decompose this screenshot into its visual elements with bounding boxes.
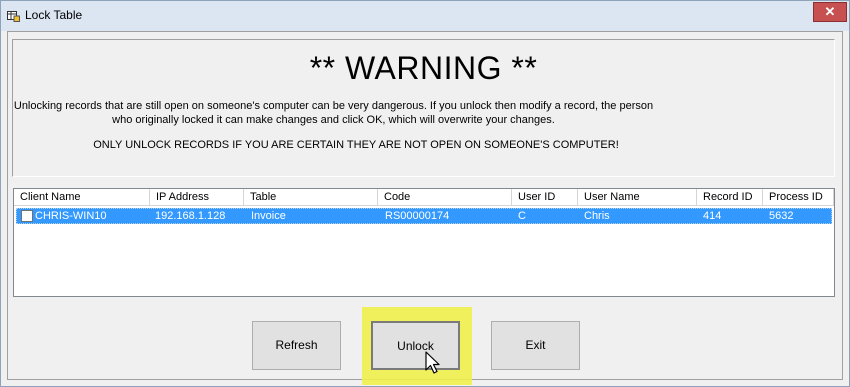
- exit-button[interactable]: Exit: [491, 321, 580, 370]
- cell-record-id: 414: [703, 210, 722, 222]
- cell-ip-address: 192.168.1.128: [155, 210, 226, 222]
- mouse-pointer-icon: [425, 351, 440, 374]
- column-header-user-name[interactable]: User Name: [578, 189, 697, 206]
- cell-process-id: 5632: [769, 210, 794, 222]
- cell-client-name: CHRIS-WIN10: [35, 210, 107, 222]
- warning-text-line-1: Unlocking records that are still open on…: [13, 100, 654, 112]
- cell-user-id: C: [518, 210, 526, 222]
- cell-table: Invoice: [251, 210, 286, 222]
- warning-title: ** WARNING **: [309, 50, 538, 86]
- column-header-table[interactable]: Table: [244, 189, 378, 206]
- close-icon: ✕: [824, 4, 836, 19]
- column-header-code[interactable]: Code: [378, 189, 512, 206]
- column-header-process-id[interactable]: Process ID: [763, 189, 834, 206]
- table-row[interactable]: CHRIS-WIN10 192.168.1.128 Invoice RS0000…: [16, 208, 832, 224]
- cell-user-name: Chris: [584, 210, 610, 222]
- row-checkbox[interactable]: [21, 210, 33, 222]
- column-header-client-name[interactable]: Client Name: [14, 189, 150, 206]
- refresh-button[interactable]: Refresh: [252, 321, 341, 370]
- lock-table-window: Lock Table ✕ ** WARNING ** Unlocking rec…: [0, 0, 850, 387]
- window-title: Lock Table: [25, 8, 83, 22]
- cell-code: RS00000174: [385, 210, 450, 222]
- warning-panel: ** WARNING ** Unlocking records that are…: [12, 39, 835, 177]
- close-button[interactable]: ✕: [813, 2, 847, 22]
- column-header-record-id[interactable]: Record ID: [697, 189, 763, 206]
- title-bar[interactable]: Lock Table ✕: [1, 1, 849, 31]
- locks-table[interactable]: Client Name IP Address Table Code User I…: [13, 188, 835, 297]
- table-app-icon: [7, 11, 20, 22]
- column-header-user-id[interactable]: User ID: [512, 189, 578, 206]
- warning-text-line-2: who originally locked it can make change…: [112, 114, 555, 126]
- warning-caution-text: ONLY UNLOCK RECORDS IF YOU ARE CERTAIN T…: [93, 139, 619, 151]
- unlock-button[interactable]: Unlock: [371, 321, 460, 370]
- column-header-ip-address[interactable]: IP Address: [150, 189, 244, 206]
